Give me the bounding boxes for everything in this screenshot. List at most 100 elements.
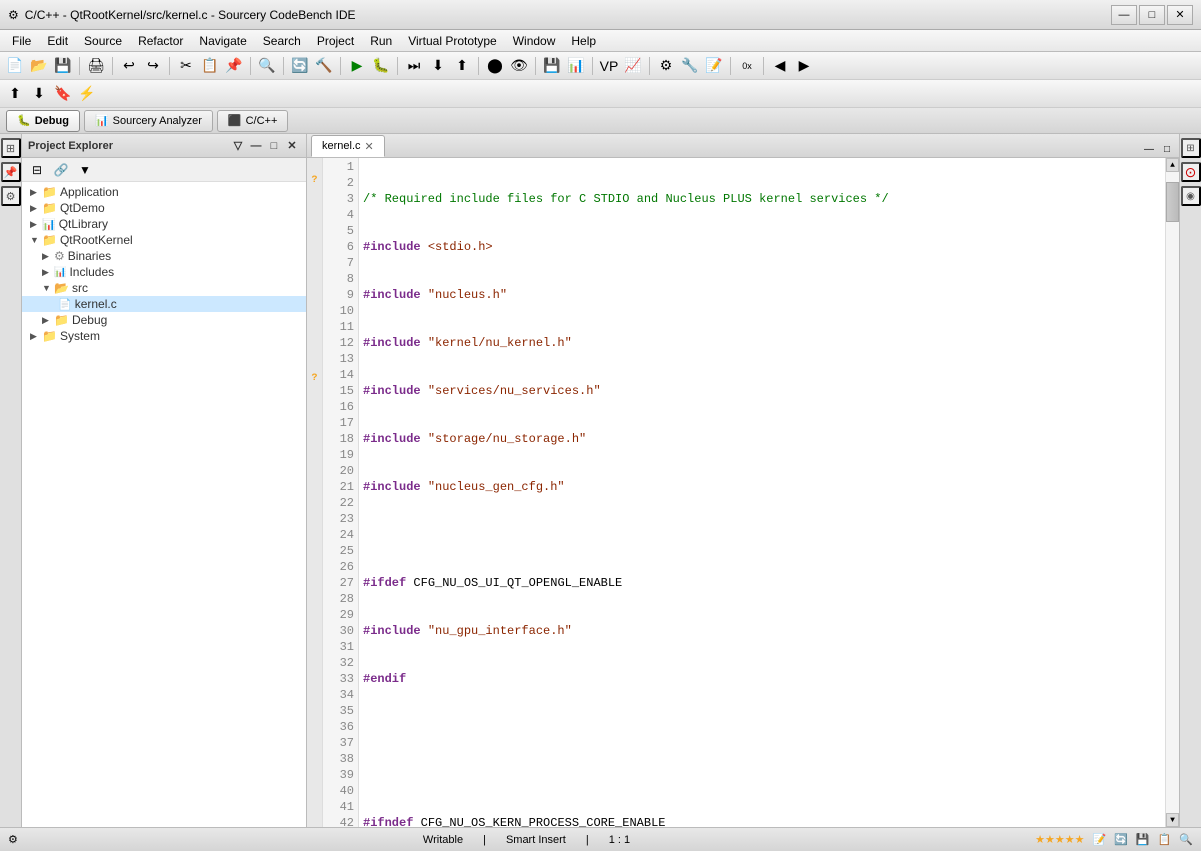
perspective-debug[interactable]: 🐛 Debug bbox=[6, 110, 80, 132]
copy-button[interactable]: 📋 bbox=[199, 55, 221, 77]
step-over[interactable]: ⏭ bbox=[403, 55, 425, 77]
menu-navigate[interactable]: Navigate bbox=[191, 32, 254, 50]
redo-button[interactable]: ↪ bbox=[142, 55, 164, 77]
menu-project[interactable]: Project bbox=[309, 32, 362, 50]
panel-maximize-icon[interactable]: □ bbox=[266, 138, 282, 154]
memory-btn[interactable]: 💾 bbox=[541, 55, 563, 77]
watch[interactable]: 👁 bbox=[508, 55, 530, 77]
tree-arrow-system: ▶ bbox=[30, 331, 42, 342]
editor-tab-kernel-c[interactable]: kernel.c ✕ bbox=[311, 135, 385, 157]
tree-item-includes[interactable]: ▶ 📊 Includes bbox=[22, 264, 306, 280]
tree-item-application[interactable]: ▶ 📁 Application bbox=[22, 184, 306, 200]
menu-source[interactable]: Source bbox=[76, 32, 130, 50]
link-btn[interactable]: 🔗 bbox=[50, 159, 72, 181]
extra2[interactable]: 🔧 bbox=[679, 55, 701, 77]
scrollbar-up-btn[interactable]: ▲ bbox=[1166, 158, 1179, 172]
marker-10 bbox=[307, 295, 323, 310]
tb2-btn4[interactable]: ⚡ bbox=[76, 83, 98, 105]
tree-item-qtrootkernel[interactable]: ▼ 📁 QtRootKernel bbox=[22, 232, 306, 248]
gear-left-icon[interactable]: ⚙ bbox=[1, 186, 21, 206]
menu-window[interactable]: Window bbox=[505, 32, 564, 50]
menu-virtual-prototype[interactable]: Virtual Prototype bbox=[400, 32, 505, 50]
marker-3 bbox=[307, 188, 323, 203]
status-icon-4[interactable]: 📋 bbox=[1158, 833, 1172, 846]
editor-scrollbar[interactable]: ▲ ▼ bbox=[1165, 158, 1179, 827]
tree-item-binaries[interactable]: ▶ ⚙ Binaries bbox=[22, 248, 306, 264]
project-explorer-header: Project Explorer ▽ — □ ✕ bbox=[22, 134, 306, 158]
tb2-btn1[interactable]: ⬆ bbox=[4, 83, 26, 105]
profile-btn[interactable]: 📈 bbox=[622, 55, 644, 77]
reg-btn[interactable]: 📊 bbox=[565, 55, 587, 77]
nav-back[interactable]: ◀ bbox=[769, 55, 791, 77]
maximize-button[interactable]: □ bbox=[1139, 5, 1165, 25]
tree-item-kernel-c[interactable]: 📄 kernel.c bbox=[22, 296, 306, 312]
tb2-btn3[interactable]: 🔖 bbox=[52, 83, 74, 105]
paste-button[interactable]: 📌 bbox=[223, 55, 245, 77]
tree-item-src[interactable]: ▼ 📂 src bbox=[22, 280, 306, 296]
status-icon-3[interactable]: 💾 bbox=[1136, 833, 1150, 846]
hex-btn[interactable]: 0x bbox=[736, 55, 758, 77]
editor-max-icon[interactable]: □ bbox=[1159, 141, 1175, 157]
pins-icon[interactable]: 📌 bbox=[1, 162, 21, 182]
menu-run[interactable]: Run bbox=[362, 32, 400, 50]
toolbar-separator-11 bbox=[649, 57, 650, 75]
scrollbar-track[interactable] bbox=[1166, 172, 1179, 813]
editor-min-icon[interactable]: — bbox=[1141, 141, 1157, 157]
perspective-analyzer[interactable]: 📊 Sourcery Analyzer bbox=[84, 110, 213, 132]
menu-file[interactable]: File bbox=[4, 32, 39, 50]
step-return[interactable]: ⬆ bbox=[451, 55, 473, 77]
new-button[interactable]: 📄 bbox=[4, 55, 26, 77]
marker-44 bbox=[307, 812, 323, 827]
right-icon-circle[interactable]: ⊙ bbox=[1181, 162, 1201, 182]
nav-fwd[interactable]: ▶ bbox=[793, 55, 815, 77]
restore-icon[interactable]: ⊞ bbox=[1, 138, 21, 158]
debug-button[interactable]: 🐛 bbox=[370, 55, 392, 77]
print-button[interactable]: 🖨 bbox=[85, 55, 107, 77]
filter-btn[interactable]: ▼ bbox=[74, 159, 96, 181]
step-into[interactable]: ⬇ bbox=[427, 55, 449, 77]
extra1[interactable]: ⚙ bbox=[655, 55, 677, 77]
menu-search[interactable]: Search bbox=[255, 32, 309, 50]
tree-item-qtdemo[interactable]: ▶ 📁 QtDemo bbox=[22, 200, 306, 216]
vp-btn[interactable]: VP bbox=[598, 55, 620, 77]
menu-refactor[interactable]: Refactor bbox=[130, 32, 191, 50]
minimize-button[interactable]: — bbox=[1111, 5, 1137, 25]
open-button[interactable]: 📂 bbox=[28, 55, 50, 77]
scrollbar-down-btn[interactable]: ▼ bbox=[1166, 813, 1179, 827]
status-icon-5[interactable]: 🔍 bbox=[1179, 833, 1193, 846]
build-button[interactable]: 🔨 bbox=[313, 55, 335, 77]
perspective-cpp[interactable]: ⬛ C/C++ bbox=[217, 110, 289, 132]
menu-edit[interactable]: Edit bbox=[39, 32, 76, 50]
run-button[interactable]: ▶ bbox=[346, 55, 368, 77]
collapse-all-icon[interactable]: ▽ bbox=[230, 138, 246, 154]
close-button[interactable]: ✕ bbox=[1167, 5, 1193, 25]
marker-11 bbox=[307, 310, 323, 325]
tb2-btn2[interactable]: ⬇ bbox=[28, 83, 50, 105]
panel-close-icon[interactable]: ✕ bbox=[284, 138, 300, 154]
extra3[interactable]: 📝 bbox=[703, 55, 725, 77]
cut-button[interactable]: ✂ bbox=[175, 55, 197, 77]
panel-minimize-icon[interactable]: — bbox=[248, 138, 264, 154]
status-icon-1[interactable]: 📝 bbox=[1092, 833, 1106, 846]
tree-item-system[interactable]: ▶ 📁 System bbox=[22, 328, 306, 344]
tree-item-qtlibrary[interactable]: ▶ 📊 QtLibrary bbox=[22, 216, 306, 232]
toggle-bp[interactable]: ⬤ bbox=[484, 55, 506, 77]
undo-button[interactable]: ↩ bbox=[118, 55, 140, 77]
scrollbar-thumb[interactable] bbox=[1166, 182, 1179, 222]
menu-help[interactable]: Help bbox=[563, 32, 604, 50]
refresh-button[interactable]: 🔄 bbox=[289, 55, 311, 77]
status-icon-2[interactable]: 🔄 bbox=[1114, 833, 1128, 846]
right-icon-1[interactable]: ⊞ bbox=[1181, 138, 1201, 158]
tree-item-debug-folder[interactable]: ▶ 📁 Debug bbox=[22, 312, 306, 328]
code-area[interactable]: /* Required include files for C STDIO an… bbox=[359, 158, 1165, 827]
editor-content[interactable]: ? ? bbox=[307, 158, 1179, 827]
code-line-4: #include "kernel/nu_kernel.h" bbox=[363, 335, 1161, 351]
search-button[interactable]: 🔍 bbox=[256, 55, 278, 77]
tab-close-icon[interactable]: ✕ bbox=[365, 140, 374, 153]
status-bar: ⚙ Writable | Smart Insert | 1 : 1 ★★★★★ … bbox=[0, 827, 1201, 851]
collapse-btn[interactable]: ⊟ bbox=[26, 159, 48, 181]
toolbar-separator-10 bbox=[592, 57, 593, 75]
marker-33 bbox=[307, 645, 323, 660]
right-icon-3[interactable]: ◉ bbox=[1181, 186, 1201, 206]
save-button[interactable]: 💾 bbox=[52, 55, 74, 77]
